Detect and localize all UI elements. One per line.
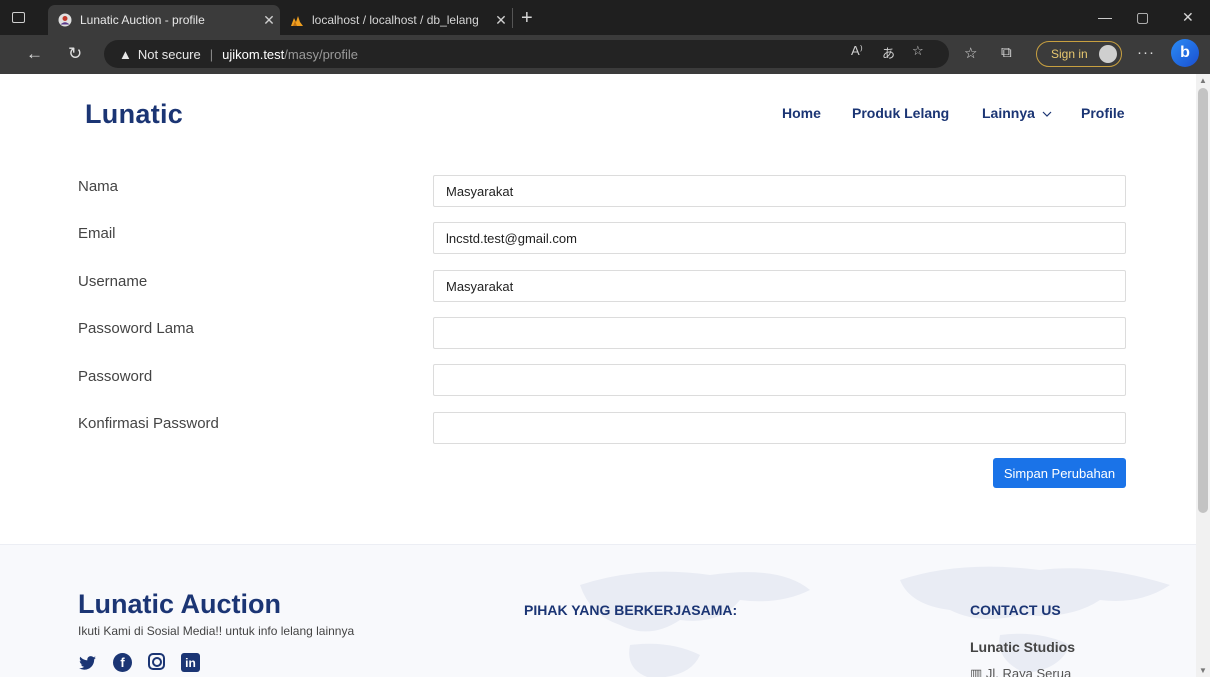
read-aloud-icon[interactable]: A⁾ — [851, 43, 863, 59]
scrollbar-thumb[interactable] — [1198, 88, 1208, 513]
back-icon[interactable]: ← — [26, 44, 43, 64]
address-bar[interactable]: ▲ Not secure | ujikom.test /masy/profile — [104, 40, 949, 68]
confirm-password-label: Konfirmasi Password — [78, 415, 219, 432]
close-window-icon[interactable]: ✕ — [1182, 9, 1194, 26]
tab-phpmyadmin[interactable]: localhost / localhost / db_lelang ✕ — [282, 5, 512, 35]
sign-in-button[interactable]: Sign in — [1036, 41, 1122, 67]
social-links: f in — [78, 653, 200, 672]
password-field[interactable] — [433, 364, 1126, 396]
translate-icon[interactable]: あ — [882, 43, 895, 62]
tab-close-icon[interactable]: ✕ — [490, 12, 512, 29]
nama-label: Nama — [78, 178, 119, 195]
site-footer: Lunatic Auction Ikuti Kami di Sosial Med… — [0, 544, 1196, 677]
sign-in-label: Sign in — [1051, 47, 1088, 61]
brand-logo[interactable]: Lunatic — [85, 99, 183, 130]
company-address: ▥ Jl. Raya Serua — [970, 666, 1071, 677]
facebook-icon[interactable]: f — [113, 653, 132, 672]
chevron-down-icon — [1042, 111, 1052, 117]
linkedin-icon[interactable]: in — [181, 653, 200, 672]
scroll-up-icon[interactable]: ▲ — [1199, 76, 1207, 85]
old-password-label: Passoword Lama — [78, 320, 194, 337]
new-tab-button[interactable]: + — [512, 8, 533, 28]
tab-title: Lunatic Auction - profile — [80, 13, 205, 27]
nav-produk-lelang[interactable]: Produk Lelang — [852, 105, 949, 121]
save-changes-button[interactable]: Simpan Perubahan — [993, 458, 1126, 488]
page-content: Lunatic Home Produk Lelang Lainnya Profi… — [0, 74, 1196, 677]
password-label: Passoword — [78, 368, 153, 385]
more-options-icon[interactable]: ··· — [1137, 44, 1155, 61]
security-label[interactable]: Not secure — [138, 47, 201, 62]
partners-heading: PIHAK YANG BERKERJASAMA: — [524, 602, 738, 618]
restore-icon[interactable]: ▢ — [1136, 9, 1149, 26]
phpmyadmin-favicon-icon — [291, 16, 303, 26]
footer-subtitle: Ikuti Kami di Sosial Media!! untuk info … — [78, 624, 355, 638]
lunatic-favicon-icon — [58, 13, 72, 27]
collections-icon[interactable]: ⧉ — [1001, 44, 1012, 61]
username-field[interactable] — [433, 270, 1126, 302]
profile-avatar-icon — [1099, 45, 1117, 63]
twitter-icon[interactable] — [78, 653, 97, 672]
scroll-down-icon[interactable]: ▼ — [1199, 666, 1207, 675]
warning-icon[interactable]: ▲ — [119, 47, 132, 62]
url-host: ujikom.test — [222, 46, 285, 62]
map-icon: ▥ — [970, 666, 983, 677]
browser-toolbar: ← ↻ ▲ Not secure | ujikom.test /masy/pro… — [0, 35, 1210, 74]
tab-title: localhost / localhost / db_lelang — [312, 13, 479, 27]
address-divider: | — [209, 46, 214, 62]
nav-lainnya[interactable]: Lainnya — [982, 105, 1052, 121]
username-label: Username — [78, 273, 148, 290]
email-label: Email — [78, 225, 116, 242]
bing-copilot-icon[interactable]: b — [1171, 39, 1199, 67]
instagram-icon[interactable] — [148, 653, 165, 670]
page-scrollbar[interactable]: ▲ ▼ — [1196, 74, 1210, 677]
contact-heading: CONTACT US — [970, 602, 1061, 618]
refresh-icon[interactable]: ↻ — [68, 44, 82, 64]
footer-brand: Lunatic Auction — [78, 589, 281, 619]
nav-profile[interactable]: Profile — [1081, 105, 1125, 121]
tab-close-icon[interactable]: ✕ — [258, 12, 280, 29]
nav-lainnya-label: Lainnya — [982, 105, 1035, 121]
address-text: Jl. Raya Serua — [985, 666, 1072, 677]
nav-home[interactable]: Home — [782, 105, 821, 121]
tab-profile[interactable]: Lunatic Auction - profile ✕ — [48, 5, 280, 35]
confirm-password-field[interactable] — [433, 412, 1126, 444]
email-field[interactable] — [433, 222, 1126, 254]
window-menu-icon[interactable] — [12, 12, 25, 23]
url-path: /masy/profile — [284, 46, 358, 62]
browser-tab-strip: Lunatic Auction - profile ✕ localhost / … — [0, 0, 1210, 35]
minimize-icon[interactable]: — — [1098, 9, 1112, 25]
nama-field[interactable] — [433, 175, 1126, 207]
favorites-icon[interactable]: ☆ — [964, 44, 977, 62]
add-favorite-icon[interactable]: ☆ — [912, 43, 924, 59]
company-name: Lunatic Studios — [970, 639, 1075, 655]
old-password-field[interactable] — [433, 317, 1126, 349]
